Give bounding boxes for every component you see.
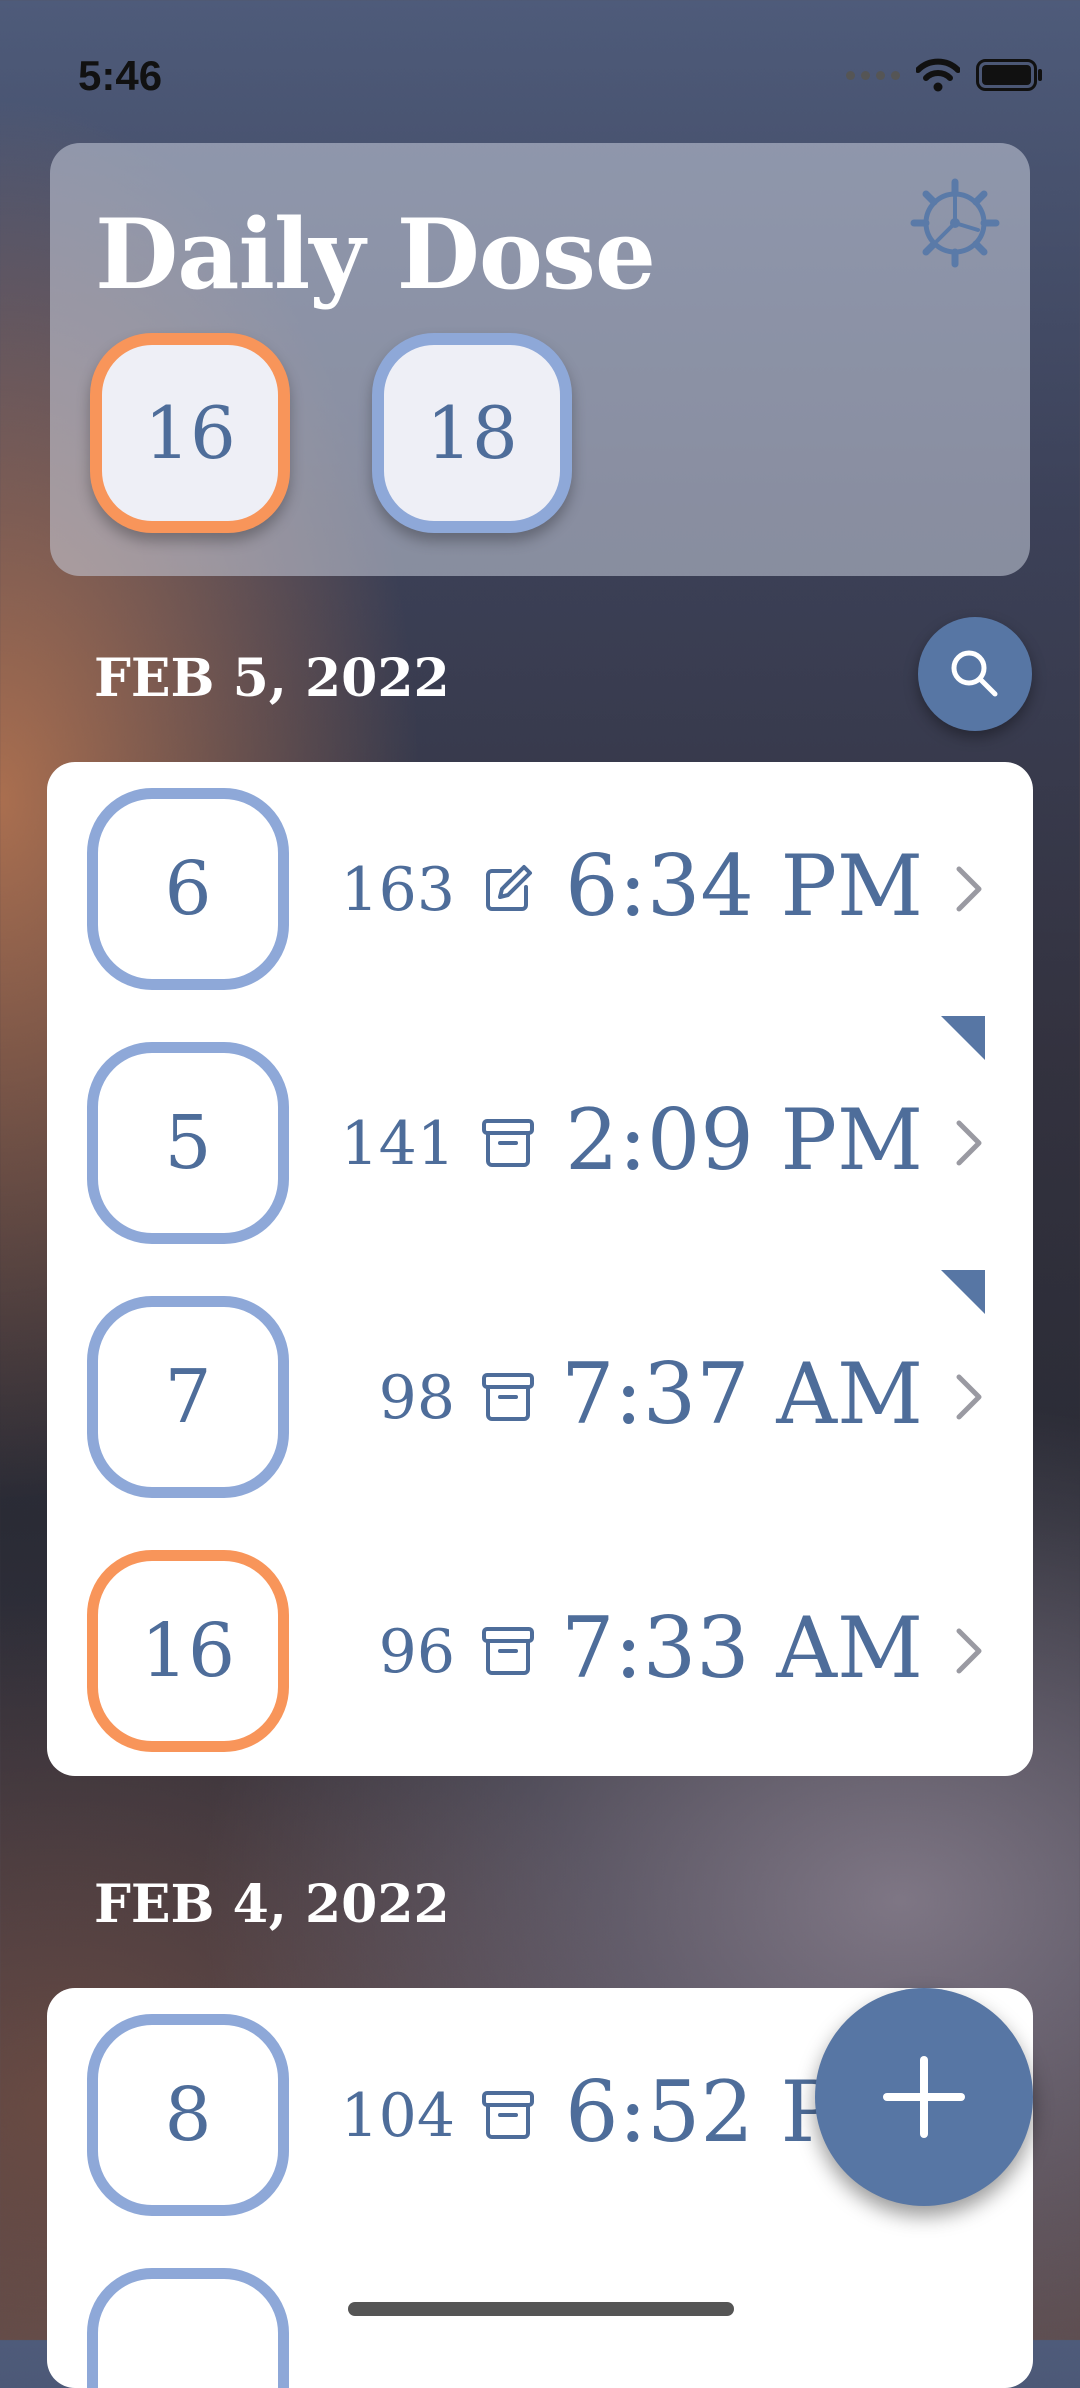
entry-row[interactable]: 6 163 6:34 PM [47, 762, 1033, 1016]
app-title: Daily Dose [95, 198, 656, 311]
wifi-icon [916, 58, 960, 92]
entry-badge [87, 2268, 289, 2388]
battery-icon [976, 59, 1042, 91]
plus-icon [883, 2056, 965, 2138]
status-icons [846, 58, 1044, 92]
entry-badge: 16 [87, 1550, 289, 1752]
chevron-right-icon [956, 1374, 982, 1420]
entry-row[interactable]: 5 141 2:09 PM [47, 1016, 1033, 1270]
section-date-header: FEB 4, 2022 [94, 1874, 450, 1935]
gear-icon [910, 178, 1000, 268]
section-date-header: FEB 5, 2022 [94, 648, 450, 709]
entries-card: 6 163 6:34 PM 5 141 2:09 PM 7 98 7:37 AM… [47, 762, 1033, 1776]
signal-icon [846, 70, 900, 80]
summary-badge-blue[interactable]: 18 [372, 333, 572, 533]
archive-icon [482, 1373, 534, 1421]
entry-count: 96 [378, 1617, 455, 1687]
home-indicator [348, 2302, 734, 2316]
flag-corner-icon [941, 1270, 985, 1314]
entry-count: 98 [378, 1363, 455, 1433]
search-icon [951, 650, 998, 697]
entry-time: 7:37 AM [560, 1345, 923, 1443]
edit-icon [486, 865, 532, 911]
entry-time: 6:34 PM [565, 837, 923, 935]
archive-icon [482, 2091, 534, 2139]
entry-time: 7:33 AM [560, 1599, 923, 1697]
entry-row[interactable]: 7 98 7:37 AM [47, 1270, 1033, 1524]
chevron-right-icon [956, 1628, 982, 1674]
status-time: 5:46 [78, 52, 163, 99]
entry-badge: 6 [87, 788, 289, 990]
add-entry-button[interactable] [815, 1988, 1033, 2206]
entry-row[interactable]: 16 96 7:33 AM [47, 1524, 1033, 1776]
entry-count: 163 [340, 855, 455, 925]
settings-button[interactable] [910, 178, 1000, 268]
search-button[interactable] [918, 617, 1032, 731]
archive-icon [482, 1627, 534, 1675]
summary-badge-orange[interactable]: 16 [90, 333, 290, 533]
entry-badge: 5 [87, 1042, 289, 1244]
entry-badge: 7 [87, 1296, 289, 1498]
archive-icon [482, 1119, 534, 1167]
chevron-right-icon [956, 866, 982, 912]
header-card: Daily Dose 16 18 [50, 143, 1030, 576]
entry-badge: 8 [87, 2014, 289, 2216]
status-bar: 5:46 [0, 0, 1080, 140]
chevron-right-icon [956, 1120, 982, 1166]
entry-count: 104 [340, 2081, 455, 2151]
flag-corner-icon [941, 1016, 985, 1060]
entry-time: 2:09 PM [565, 1091, 923, 1189]
entry-count: 141 [340, 1109, 455, 1179]
